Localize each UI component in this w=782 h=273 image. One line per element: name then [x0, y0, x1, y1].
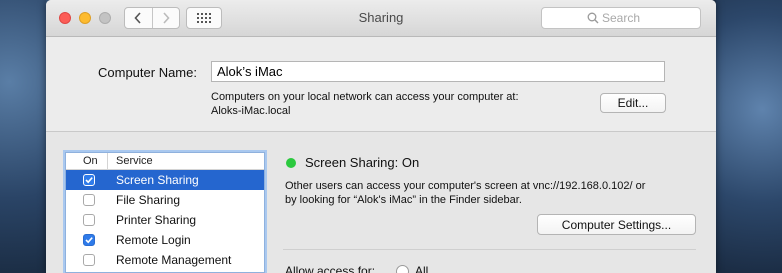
access-all-label: All [415, 264, 429, 273]
access-all-radio[interactable] [396, 265, 409, 273]
desktop-background-left [0, 0, 46, 273]
checkmark-icon [85, 177, 93, 184]
column-separator [107, 153, 108, 169]
local-hostname: Aloks-iMac.local [211, 105, 291, 117]
network-info-text: Computers on your local network can acce… [211, 91, 519, 103]
screen-sharing-description-2: by looking for “Alok's iMac” in the Find… [285, 194, 522, 206]
service-row-printer-sharing[interactable]: Printer Sharing [66, 210, 264, 230]
screen-sharing-checkbox[interactable] [83, 174, 95, 186]
remote-login-checkbox[interactable] [83, 234, 95, 246]
search-field[interactable]: Search [541, 7, 701, 29]
service-row-remote-management[interactable]: Remote Management [66, 250, 264, 270]
service-label: File Sharing [116, 193, 181, 207]
screen-sharing-description: Other users can access your computer's s… [285, 180, 646, 192]
service-list-header: On Service [66, 153, 264, 170]
detail-separator [283, 249, 696, 250]
file-sharing-checkbox[interactable] [83, 194, 95, 206]
status-indicator-icon [286, 158, 296, 168]
service-status: Screen Sharing: On [305, 155, 420, 170]
service-label: Screen Sharing [116, 173, 199, 187]
service-row-screen-sharing[interactable]: Screen Sharing [66, 170, 264, 190]
service-label: Remote Login [116, 233, 191, 247]
computer-name-input[interactable]: Alok’s iMac [211, 61, 665, 82]
column-header-service[interactable]: Service [116, 155, 153, 167]
computer-name-label: Computer Name: [98, 65, 197, 80]
printer-sharing-checkbox[interactable] [83, 214, 95, 226]
edit-button[interactable]: Edit... [600, 93, 666, 113]
desktop-background-right [716, 0, 782, 273]
service-label: Remote Management [116, 253, 232, 267]
search-icon [587, 12, 599, 24]
column-header-on[interactable]: On [83, 155, 98, 167]
title-bar: Sharing Search [46, 0, 716, 37]
service-label: Printer Sharing [116, 213, 197, 227]
remote-management-checkbox[interactable] [83, 254, 95, 266]
checkmark-icon [85, 237, 93, 244]
service-list: On Service Screen Sharing File Sharing P… [65, 152, 265, 273]
search-placeholder: Search [602, 11, 641, 25]
allow-access-label: Allow access for: [285, 264, 376, 273]
sharing-window: Sharing Search Computer Name: Alok’s iMa… [46, 0, 716, 273]
service-row-remote-login[interactable]: Remote Login [66, 230, 264, 250]
computer-settings-button[interactable]: Computer Settings... [537, 214, 696, 235]
service-row-file-sharing[interactable]: File Sharing [66, 190, 264, 210]
